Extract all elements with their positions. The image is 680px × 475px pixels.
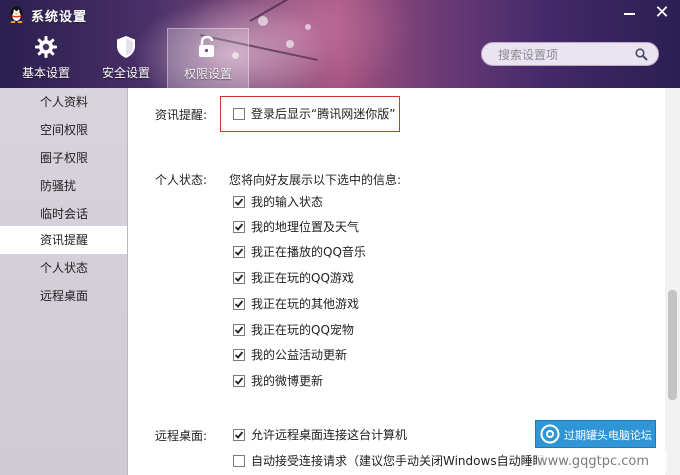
tab-security-settings[interactable]: 安全设置 <box>88 34 164 86</box>
personal-status-description: 您将向好友展示以下选中的信息: <box>229 173 402 187</box>
checkbox-box[interactable] <box>233 221 245 233</box>
checkbox-box[interactable] <box>233 324 245 336</box>
checkbox-label: 我的输入状态 <box>251 195 324 209</box>
checkbox-box[interactable] <box>233 375 245 387</box>
blossom-decoration <box>286 40 294 48</box>
checkbox-box[interactable] <box>233 272 245 284</box>
shield-icon <box>117 36 135 58</box>
sidebar-item-space-permission[interactable]: 空间权限 <box>0 116 127 144</box>
sidebar-item-remote-desktop[interactable]: 远程桌面 <box>0 282 127 310</box>
personal-status-label: 个人状态: <box>155 173 208 187</box>
checkbox-label: 自动接受连接请求（建议您手动关闭Windows自动睡眠 <box>251 454 545 468</box>
sidebar-item-temp-session[interactable]: 临时会话 <box>0 200 127 228</box>
checkmark-icon <box>234 431 244 439</box>
settings-content: 资讯提醒: 登录后显示“腾讯网迷你版” 个人状态: 您将向好友展示以下选中的信息… <box>128 88 665 475</box>
checkmark-icon <box>234 223 244 231</box>
search-box[interactable] <box>481 42 659 66</box>
vertical-scrollbar[interactable] <box>665 88 680 475</box>
close-icon: ✕ <box>654 2 670 23</box>
search-input[interactable] <box>496 46 630 64</box>
sidebar-item-circle-permission[interactable]: 圈子权限 <box>0 144 127 172</box>
watermark-url: www.gqgtpc.com <box>537 451 667 473</box>
checkmark-icon <box>234 248 244 256</box>
sidebar-item-anti-harassment[interactable]: 防骚扰 <box>0 172 127 200</box>
checkbox-label: 登录后显示“腾讯网迷你版” <box>251 107 396 121</box>
scrollbar-thumb[interactable] <box>668 290 677 400</box>
checkbox-box[interactable] <box>233 429 245 441</box>
forum-logo-icon <box>540 424 560 444</box>
tab-basic-settings[interactable]: 基本设置 <box>8 34 84 86</box>
window-title: 系统设置 <box>31 10 88 25</box>
checkmark-icon <box>234 300 244 308</box>
checkbox-box[interactable] <box>233 108 245 120</box>
watermark-text: 过期罐头电脑论坛 <box>564 429 652 442</box>
checkmark-icon <box>234 351 244 359</box>
tab-label: 权限设置 <box>183 67 232 81</box>
remote-desktop-label: 远程桌面: <box>155 429 208 443</box>
minimize-button[interactable] <box>614 3 644 23</box>
checkmark-icon <box>234 198 244 206</box>
checkbox-label: 允许远程桌面连接这台计算机 <box>251 428 408 442</box>
tab-permission-settings[interactable]: 权限设置 <box>167 28 249 88</box>
checkmark-icon <box>234 377 244 385</box>
settings-window: 系统设置 ✕ 基本设置 安全设置 权限设置 搜索设置项 个人资料 空间权限 圈子… <box>0 0 680 475</box>
checkbox-box[interactable] <box>233 349 245 361</box>
unlock-icon <box>199 35 214 57</box>
header-banner: 系统设置 ✕ 基本设置 安全设置 权限设置 搜索设置项 <box>0 0 680 88</box>
checkbox-box[interactable] <box>233 246 245 258</box>
checkbox-label: 我的地理位置及天气 <box>251 220 360 234</box>
forum-watermark: 过期罐头电脑论坛 <box>535 420 656 448</box>
checkmark-icon <box>234 326 244 334</box>
tab-label: 安全设置 <box>101 66 150 80</box>
checkbox-label: 我正在玩的QQ宠物 <box>251 323 354 337</box>
checkbox-label: 我的微博更新 <box>251 374 324 388</box>
sidebar: 个人资料 空间权限 圈子权限 防骚扰 临时会话 资讯提醒 个人状态 远程桌面 <box>0 88 128 475</box>
checkbox-box[interactable] <box>233 196 245 208</box>
checkbox-label: 我的公益活动更新 <box>251 348 348 362</box>
checkbox-box[interactable] <box>233 455 245 467</box>
sidebar-item-profile[interactable]: 个人资料 <box>0 88 127 116</box>
minimize-icon <box>623 13 635 15</box>
sidebar-item-personal-status[interactable]: 个人状态 <box>0 254 127 282</box>
close-button[interactable]: ✕ <box>647 3 677 23</box>
search-icon[interactable] <box>635 48 648 61</box>
qq-penguin-icon <box>10 6 23 23</box>
tab-label: 基本设置 <box>21 66 70 80</box>
checkbox-label: 我正在玩的QQ游戏 <box>251 271 354 285</box>
checkbox-label: 我正在播放的QQ音乐 <box>251 245 366 259</box>
title-bar[interactable]: 系统设置 ✕ <box>0 0 680 28</box>
checkbox-label: 我正在玩的其他游戏 <box>251 297 360 311</box>
sidebar-item-news-reminder[interactable]: 资讯提醒 <box>0 226 127 254</box>
news-reminder-label: 资讯提醒: <box>155 108 208 122</box>
checkbox-box[interactable] <box>233 298 245 310</box>
checkmark-icon <box>234 274 244 282</box>
gear-icon <box>35 36 57 58</box>
